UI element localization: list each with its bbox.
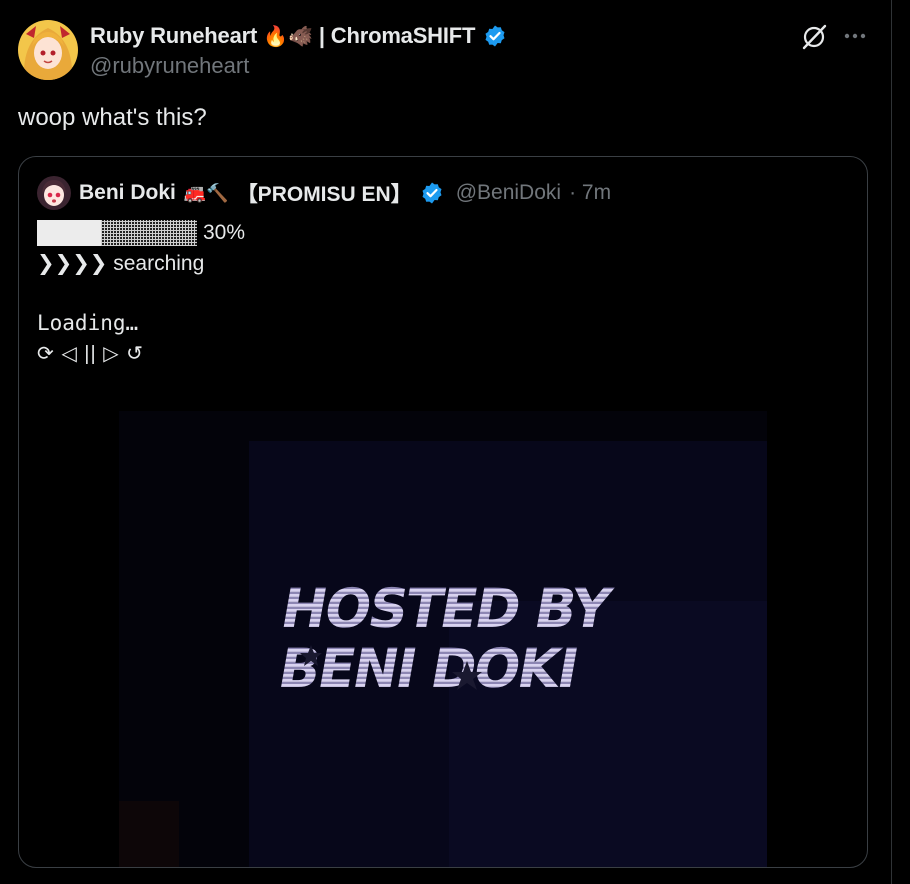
author-avatar[interactable] [18, 20, 78, 80]
quoted-timestamp[interactable]: · 7m [569, 181, 611, 205]
more-options-icon[interactable] [842, 26, 868, 46]
quoted-author-name-emojis: 🚒🔨 [183, 182, 229, 203]
author-name-emojis: 🔥🐗 [263, 25, 313, 48]
quoted-author-row[interactable]: Beni Doki 🚒🔨 【PROMISU EN】 @BeniDoki · 7m [37, 175, 611, 211]
quoted-author-display-name[interactable]: Beni Doki [79, 181, 176, 205]
searching-line: ❯❯❯❯ searching [37, 252, 205, 275]
verified-badge-icon[interactable] [483, 24, 507, 48]
quoted-author-handle[interactable]: @BeniDoki [456, 181, 561, 205]
progress-bar-remaining [101, 220, 197, 246]
loading-line: Loading… [37, 311, 139, 335]
tweet-text: woop what's this? [18, 104, 207, 131]
logo-line-hosted-by: HOSTED BY [276, 576, 616, 640]
quoted-verified-badge-icon[interactable] [420, 181, 444, 205]
progress-line: 30% [37, 219, 245, 247]
media-controls-line: ⟳ ◁ || ▷ ↺ [37, 343, 144, 365]
quoted-author-name-suffix[interactable]: 【PROMISU EN】 [237, 178, 412, 208]
author-handle[interactable]: @rubyruneheart [90, 53, 249, 79]
author-name-row[interactable]: Ruby Runeheart 🔥🐗 | ChromaSHIFT [90, 21, 507, 51]
author-name-suffix[interactable]: | ChromaSHIFT [319, 23, 476, 49]
quoted-video[interactable]: HOSTED BY BENI DOKI [119, 411, 767, 867]
quoted-tweet-card[interactable]: Beni Doki 🚒🔨 【PROMISU EN】 @BeniDoki · 7m… [18, 156, 868, 868]
column-divider [891, 0, 892, 884]
quoted-author-avatar[interactable] [37, 176, 71, 210]
progress-label: 30% [203, 221, 246, 244]
hosted-by-logo-image: HOSTED BY BENI DOKI [274, 576, 617, 699]
logo-line-beni-doki: BENI DOKI [274, 636, 582, 699]
grok-icon[interactable] [799, 22, 829, 52]
progress-bar [37, 220, 197, 246]
author-display-name[interactable]: Ruby Runeheart [90, 23, 257, 49]
progress-bar-fill [37, 220, 101, 246]
